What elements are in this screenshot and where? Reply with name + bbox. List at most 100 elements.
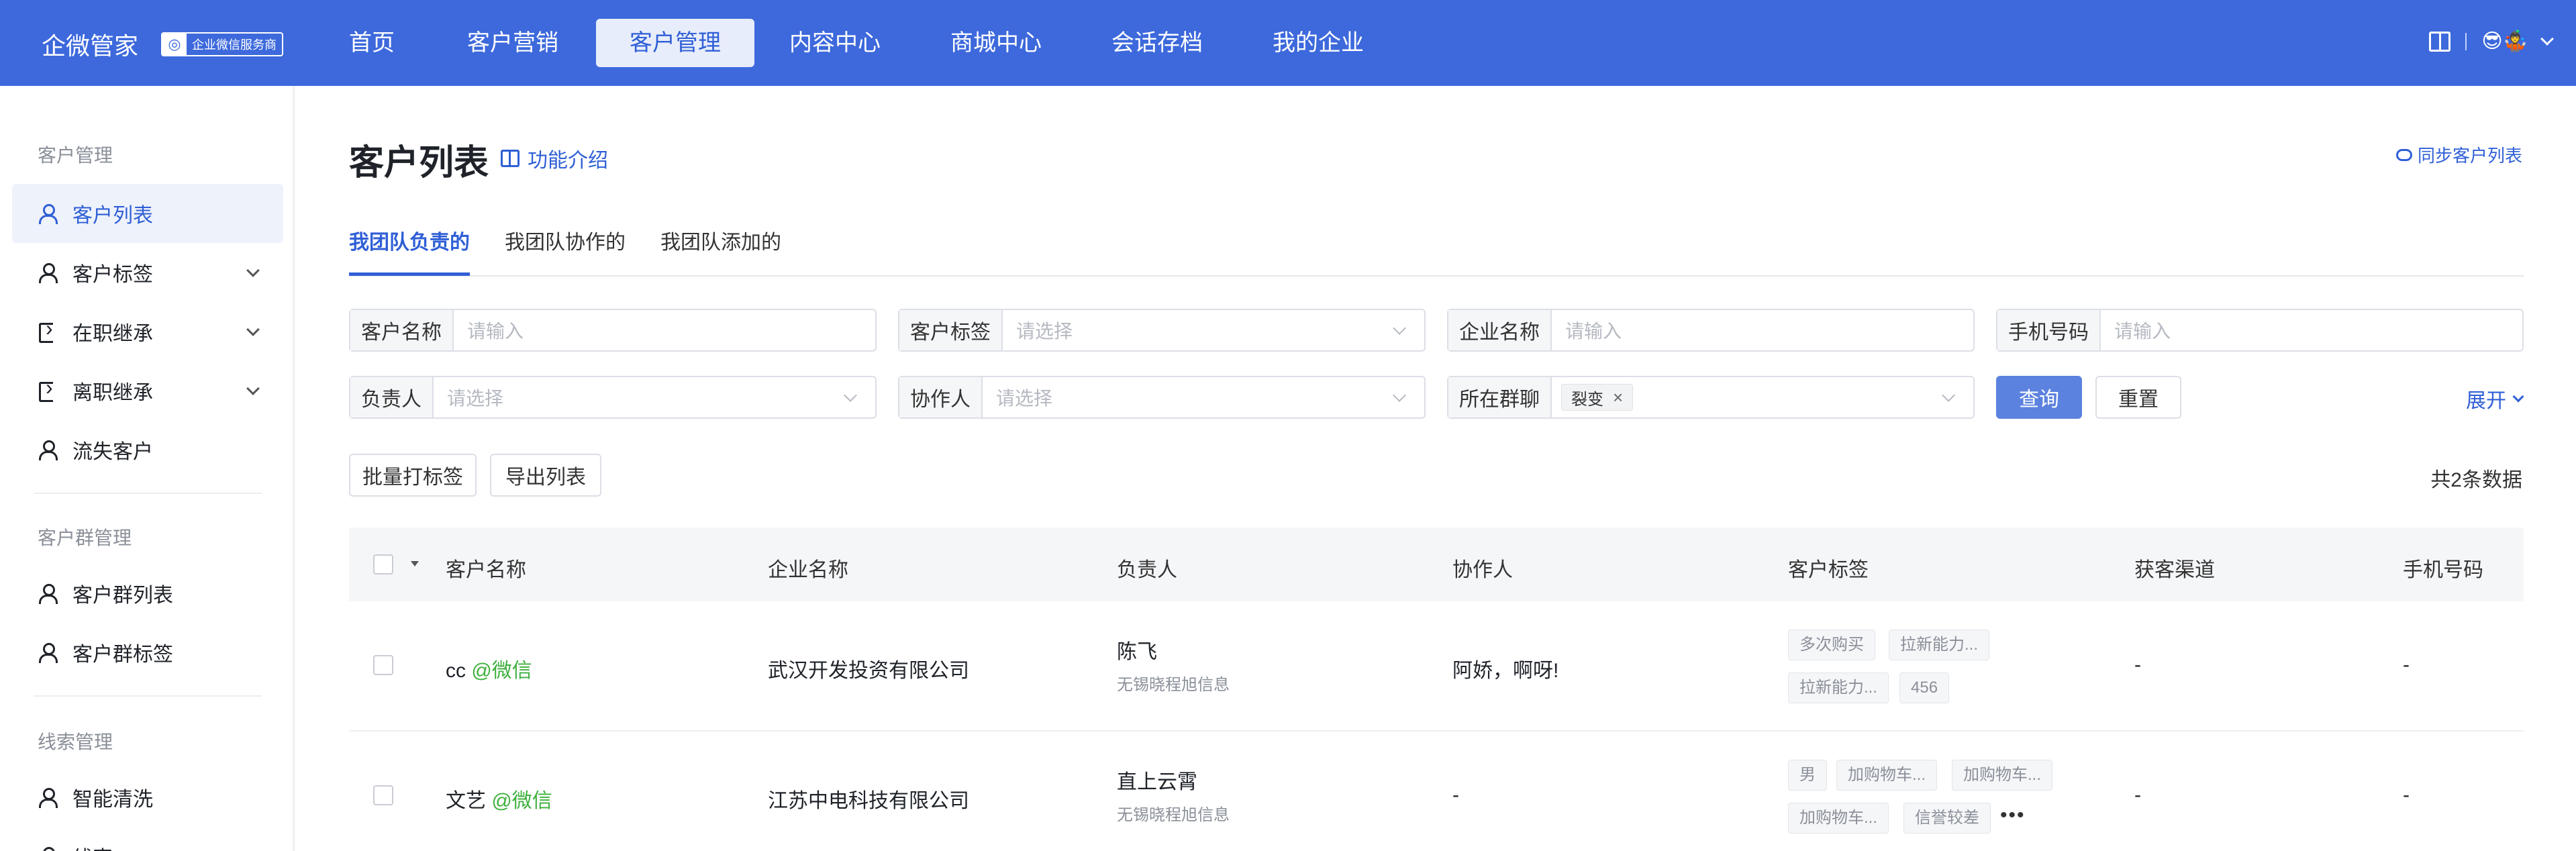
sidebar-group-group: 客户群管理 [38,528,132,548]
close-icon[interactable]: × [1613,387,1623,408]
chevron-down-icon [1393,389,1406,402]
column-header: 负责人 [1117,559,1177,581]
chevron-down-icon [246,264,260,277]
export-list-button[interactable]: 导出列表 [490,454,601,497]
company-name-input[interactable]: 请输入 [1552,317,1622,344]
sidebar-item-customer-list[interactable]: 客户列表 [12,184,283,243]
sidebar-item-label: 智能清洗 [72,789,153,811]
row-checkbox[interactable] [373,785,393,805]
chevron-down-icon [2512,391,2524,403]
sidebar-item-customer-tags[interactable]: 客户标签 [12,243,283,302]
owner-org: 无锡晓程旭信息 [1117,806,1230,824]
group-chat-select[interactable]: 所在群聊 裂变 × [1447,376,1975,419]
group-icon [38,583,58,604]
nav-session-archive[interactable]: 会话存档 [1078,19,1236,67]
customer-tag: 加购物车... [1952,760,2053,791]
collaborator-select[interactable]: 协作人 请选择 [898,376,1426,419]
group-tag-icon [38,642,58,663]
phone-input[interactable]: 请输入 [2101,317,2171,344]
customer-name-cell[interactable]: 文艺 @微信 [446,784,552,813]
column-header: 客户名称 [446,559,526,581]
customer-tag-select[interactable]: 客户标签 请选择 [898,309,1426,352]
user-icon [38,787,58,808]
column-header: 客户标签 [1788,559,1869,581]
sidebar-item-group-tags[interactable]: 客户群标签 [12,623,283,682]
table-row[interactable]: cc @微信 武汉开发投资有限公司 陈飞 无锡晓程旭信息 阿娇，啊呀! 多次购买… [349,601,2524,732]
sidebar-item-lost-customers[interactable]: 流失客户 [12,420,283,479]
sidebar-item-label: 客户标签 [72,264,153,286]
customer-tag: 加购物车... [1788,803,1889,834]
chat-bubble-icon: ◎ [162,33,187,56]
field-label: 客户标签 [899,310,1003,350]
sidebar-item-active-inherit[interactable]: 在职继承 [12,302,283,361]
chevron-down-icon [1942,389,1955,402]
selected-group-chip: 裂变 × [1561,384,1634,411]
nav-home[interactable]: 首页 [315,19,428,67]
nav-mall-center[interactable]: 商城中心 [917,19,1075,67]
total-count: 共2条数据 [2430,469,2522,491]
page-title: 客户列表 [349,144,489,183]
sidebar-item-group-list[interactable]: 客户群列表 [12,564,283,623]
sidebar-item-label: 流失客户 [72,441,153,463]
feature-intro-link[interactable]: 功能介绍 [501,144,608,173]
column-header: 手机号码 [2403,559,2483,581]
field-label: 协作人 [899,377,983,417]
brand-tag-label: 企业微信服务商 [192,38,277,52]
customer-name-field[interactable]: 客户名称 请输入 [349,309,877,352]
tab-team-added[interactable]: 我团队添加的 [660,226,781,272]
column-header: 企业名称 [768,559,848,581]
owner-name: 陈飞 [1117,641,1157,663]
sidebar-item-leads[interactable]: 线索 [12,827,283,851]
expand-filters-link[interactable]: 展开 [2466,384,2524,413]
chevron-down-icon[interactable] [2540,32,2554,46]
tab-team-collab[interactable]: 我团队协作的 [505,226,626,272]
help-book-icon[interactable] [2429,31,2451,52]
tab-team-owned[interactable]: 我团队负责的 [349,226,470,276]
book-icon [501,150,519,167]
column-header: 协作人 [1452,559,1513,581]
sidebar-item-smart-clean[interactable]: 智能清洗 [12,768,283,827]
phone-cell: - [2403,654,2410,676]
sidebar-item-resigned-inherit[interactable]: 离职继承 [12,361,283,420]
nav-my-enterprise[interactable]: 我的企业 [1239,19,1397,67]
wechat-source: @微信 [491,790,552,812]
company-cell: 江苏中电科技有限公司 [768,790,969,812]
sidebar-item-label: 离职继承 [72,382,153,404]
select-all-checkbox[interactable] [373,554,393,574]
logout-icon [38,375,58,402]
user-avatar[interactable]: 😎🤹 [2481,30,2528,53]
customer-name-cell[interactable]: cc @微信 [446,654,532,683]
user-icon [38,846,58,851]
brand[interactable]: 企微管家 ◎ 企业微信服务商 [42,27,284,62]
company-name-field[interactable]: 企业名称 请输入 [1447,309,1975,352]
table-row[interactable]: 文艺 @微信 江苏中电科技有限公司 直上云霄 无锡晓程旭信息 - 男 加购物车.… [349,732,2524,851]
reset-button[interactable]: 重置 [2095,376,2181,419]
field-label: 所在群聊 [1448,377,1552,417]
wechat-source: @微信 [471,660,532,682]
field-label: 客户名称 [350,310,454,350]
query-button[interactable]: 查询 [1996,376,2082,419]
sidebar-item-label: 客户群列表 [72,585,173,607]
nav-marketing[interactable]: 客户营销 [434,19,592,67]
row-checkbox[interactable] [373,655,393,675]
owner-select[interactable]: 负责人 请选择 [349,376,877,419]
more-tags-icon[interactable]: ••• [2000,804,2026,827]
customer-tag: 拉新能力... [1788,672,1889,703]
phone-field[interactable]: 手机号码 请输入 [1996,309,2524,352]
field-label: 企业名称 [1448,310,1552,350]
divider [34,493,262,494]
transfer-icon [38,316,58,343]
sync-label: 同步客户列表 [2417,146,2522,166]
nav-content-center[interactable]: 内容中心 [756,19,914,67]
nav-customer-management[interactable]: 客户管理 [596,19,754,67]
tab-bar: 我团队负责的 我团队协作的 我团队添加的 [349,226,2524,277]
sync-customer-list-link[interactable]: 同步客户列表 [2395,142,2522,167]
divider [34,695,262,697]
customer-tag: 男 [1788,760,1827,791]
chevron-down-icon [844,389,857,402]
customer-name-input[interactable]: 请输入 [454,317,524,344]
customer-tag: 信誉较差 [1903,803,1991,834]
batch-tag-button[interactable]: 批量打标签 [349,454,477,497]
caret-down-icon[interactable] [411,561,419,566]
owner-cell: 陈飞 无锡晓程旭信息 [1117,635,1230,695]
